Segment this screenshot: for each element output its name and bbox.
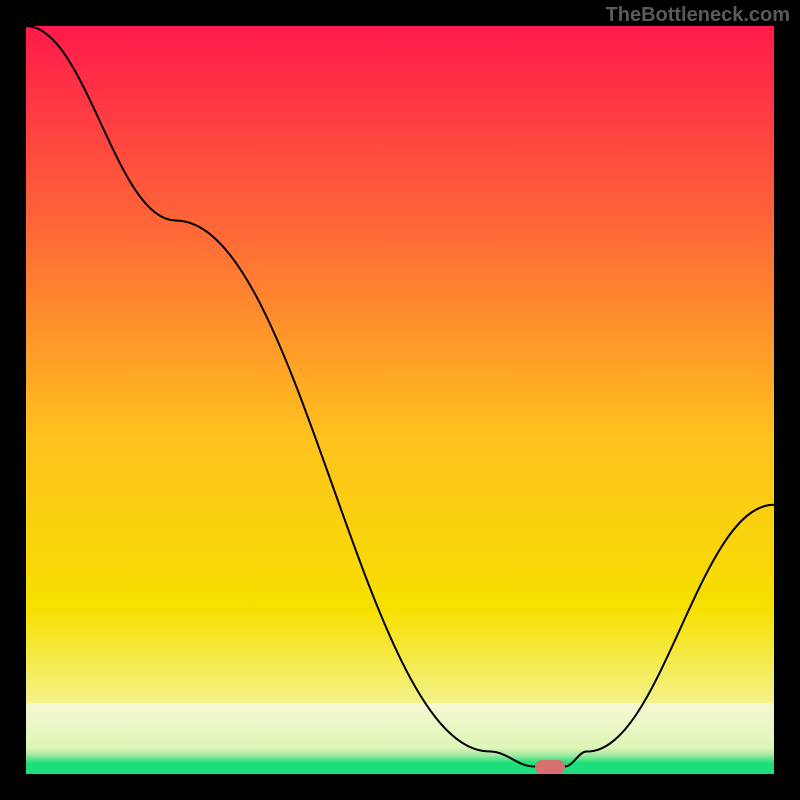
- chart-marker: [535, 760, 565, 774]
- watermark-text: TheBottleneck.com: [606, 4, 790, 27]
- chart-background-gradient: [26, 26, 774, 774]
- chart-svg: [26, 26, 774, 774]
- chart-plot-area: [26, 26, 774, 774]
